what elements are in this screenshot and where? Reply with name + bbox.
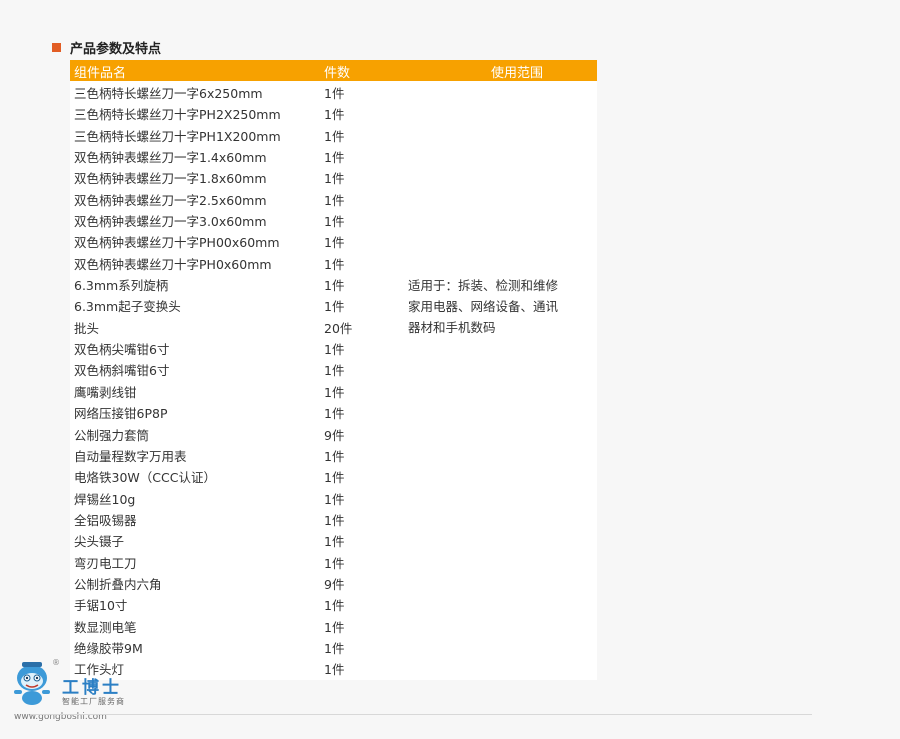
row-qty: 1件 [324, 128, 345, 144]
row-qty: 1件 [324, 214, 345, 230]
table-row: 网络压接钳6P8P 1件 [70, 401, 597, 422]
row-qty: 20件 [324, 320, 353, 336]
row-qty: 1件 [324, 256, 345, 272]
table-row: 公制折叠内六角 9件 [70, 572, 597, 593]
usage-text: 适用于：拆装、检测和维修 家用电器、网络设备、通讯 器材和手机数码 [408, 275, 593, 338]
row-qty: 1件 [324, 342, 345, 358]
row-name: 尖头镊子 [74, 534, 125, 550]
usage-line: 器材和手机数码 [408, 320, 496, 335]
table-row: 尖头镊子 1件 [70, 529, 597, 550]
logo-subtitle: 智能工厂服务商 [62, 697, 125, 706]
row-name: 双色柄钟表螺丝刀一字2.5x60mm [74, 192, 267, 208]
table-row: 工作头灯 1件 [70, 657, 597, 678]
row-name: 数显测电笔 [74, 619, 137, 635]
row-name: 6.3mm系列旋柄 [74, 278, 169, 294]
table-row: 双色柄尖嘴钳6寸 1件 [70, 337, 597, 358]
row-name: 手锯10寸 [74, 598, 128, 614]
table-row: 弯刃电工刀 1件 [70, 551, 597, 572]
row-name: 双色柄尖嘴钳6寸 [74, 342, 170, 358]
table-row: 绝缘胶带9M 1件 [70, 636, 597, 657]
row-name: 双色柄钟表螺丝刀十字PH0x60mm [74, 256, 272, 272]
row-qty: 1件 [324, 512, 345, 528]
table-row: 自动量程数字万用表 1件 [70, 444, 597, 465]
row-qty: 9件 [324, 576, 345, 592]
row-qty: 1件 [324, 555, 345, 571]
row-qty: 1件 [324, 363, 345, 379]
row-qty: 1件 [324, 150, 345, 166]
row-name: 双色柄钟表螺丝刀十字PH00x60mm [74, 235, 280, 251]
header-qty: 件数 [324, 66, 351, 81]
row-name: 弯刃电工刀 [74, 555, 137, 571]
row-qty: 1件 [324, 491, 345, 507]
row-name: 公制折叠内六角 [74, 576, 162, 592]
row-qty: 1件 [324, 171, 345, 187]
table-row: 双色柄钟表螺丝刀十字PH00x60mm 1件 [70, 230, 597, 251]
row-name: 公制强力套筒 [74, 427, 150, 443]
row-name: 网络压接钳6P8P [74, 406, 168, 422]
row-qty: 1件 [324, 598, 345, 614]
row-name: 三色柄特长螺丝刀十字PH1X200mm [74, 128, 281, 144]
row-name: 双色柄钟表螺丝刀一字1.8x60mm [74, 171, 267, 187]
row-name: 三色柄特长螺丝刀一字6x250mm [74, 86, 263, 101]
table-row: 鹰嘴剥线钳 1件 [70, 380, 597, 401]
table-body: 三色柄特长螺丝刀一字6x250mm 1件 三色柄特长螺丝刀十字PH2X250mm 1件… [70, 81, 597, 679]
row-qty: 1件 [324, 662, 345, 678]
row-name: 6.3mm起子变换头 [74, 299, 181, 315]
row-name: 三色柄特长螺丝刀十字PH2X250mm [74, 107, 281, 123]
row-name: 绝缘胶带9M [74, 640, 143, 656]
table-row: 双色柄斜嘴钳6寸 1件 [70, 358, 597, 379]
row-name: 焊锡丝10g [74, 491, 136, 507]
row-qty: 1件 [324, 235, 345, 251]
table-row: 双色柄钟表螺丝刀一字1.8x60mm 1件 [70, 166, 597, 187]
row-qty: 1件 [324, 299, 345, 315]
row-name: 双色柄斜嘴钳6寸 [74, 363, 170, 379]
row-qty: 9件 [324, 427, 345, 443]
registered-mark: ® [52, 658, 60, 667]
section-header: 产品参数及特点 [52, 38, 161, 57]
row-qty: 1件 [324, 619, 345, 635]
row-qty: 1件 [324, 470, 345, 486]
row-qty: 1件 [324, 534, 345, 550]
row-qty: 1件 [324, 448, 345, 464]
parts-table: 组件品名 件数 使用范围 三色柄特长螺丝刀一字6x250mm 1件 三色柄特长螺丝刀… [70, 60, 597, 680]
row-name: 双色柄钟表螺丝刀一字1.4x60mm [74, 150, 267, 166]
table-row: 焊锡丝10g 1件 [70, 487, 597, 508]
table-row: 公制强力套筒 9件 [70, 423, 597, 444]
table-header: 组件品名 件数 使用范围 [70, 60, 597, 81]
header-name: 组件品名 [74, 66, 127, 81]
row-name: 鹰嘴剥线钳 [74, 384, 137, 400]
bullet-square-icon [52, 43, 61, 52]
table-row: 数显测电笔 1件 [70, 615, 597, 636]
row-qty: 1件 [324, 86, 345, 101]
table-row: 三色柄特长螺丝刀十字PH2X250mm 1件 [70, 102, 597, 123]
table-row: 双色柄钟表螺丝刀一字2.5x60mm 1件 [70, 188, 597, 209]
header-usage: 使用范围 [491, 66, 544, 81]
usage-line: 家用电器、网络设备、通讯 [408, 299, 559, 314]
row-name: 自动量程数字万用表 [74, 448, 187, 464]
row-qty: 1件 [324, 640, 345, 656]
table-row: 三色柄特长螺丝刀十字PH1X200mm 1件 [70, 124, 597, 145]
footer-divider [30, 714, 812, 715]
row-name: 全铝吸锡器 [74, 512, 137, 528]
table-row: 双色柄钟表螺丝刀一字1.4x60mm 1件 [70, 145, 597, 166]
table-row: 电烙铁30W（CCC认证） 1件 [70, 465, 597, 486]
table-row: 三色柄特长螺丝刀一字6x250mm 1件 [70, 81, 597, 102]
row-name: 批头 [74, 320, 100, 336]
row-qty: 1件 [324, 192, 345, 208]
row-name: 双色柄钟表螺丝刀一字3.0x60mm [74, 214, 267, 230]
section-title: 产品参数及特点 [70, 42, 162, 57]
row-qty: 1件 [324, 107, 345, 123]
row-qty: 1件 [324, 278, 345, 294]
row-name: 电烙铁30W（CCC认证） [74, 470, 216, 486]
usage-line: 适用于：拆装、检测和维修 [408, 278, 559, 293]
row-qty: 1件 [324, 406, 345, 422]
table-row: 全铝吸锡器 1件 [70, 508, 597, 529]
table-row: 双色柄钟表螺丝刀一字3.0x60mm 1件 [70, 209, 597, 230]
table-row: 手锯10寸 1件 [70, 593, 597, 614]
table-row: 双色柄钟表螺丝刀十字PH0x60mm 1件 [70, 252, 597, 273]
logo-name: 工博士 [62, 678, 122, 698]
row-qty: 1件 [324, 384, 345, 400]
